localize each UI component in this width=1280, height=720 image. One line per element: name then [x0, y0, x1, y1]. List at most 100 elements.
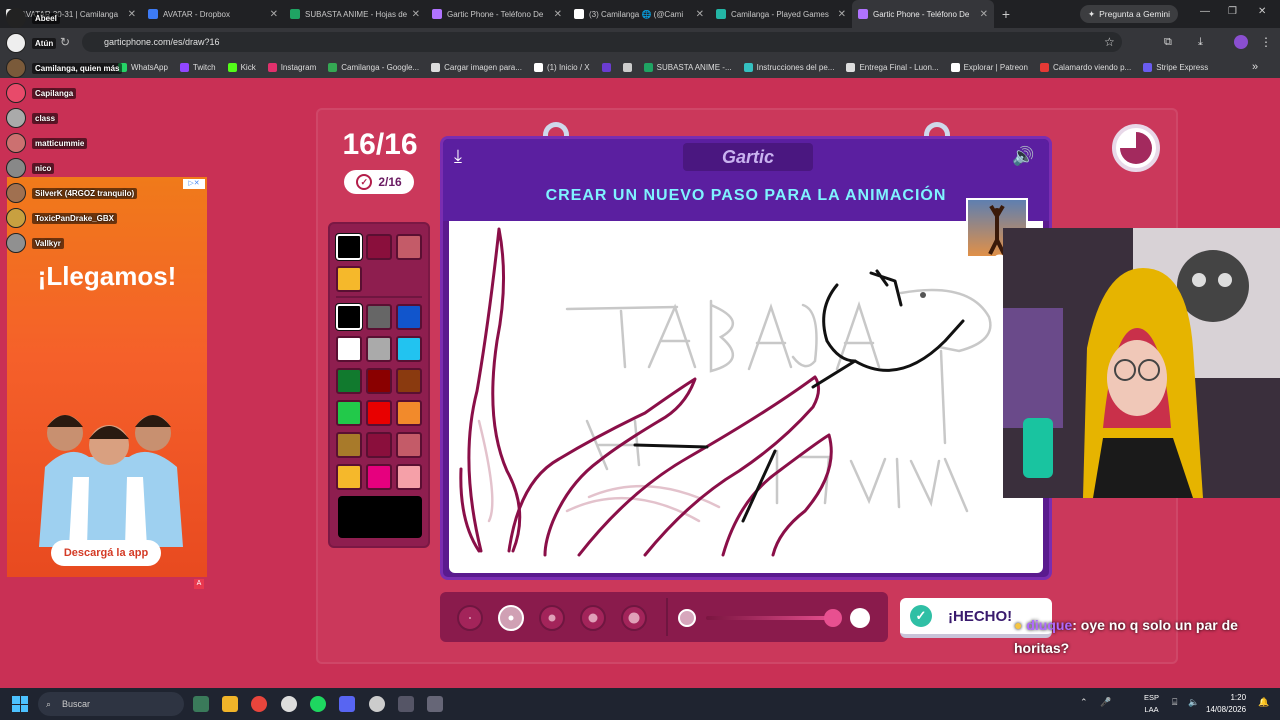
- profile-avatar[interactable]: [1234, 35, 1248, 49]
- color-swatch[interactable]: [335, 303, 363, 331]
- volume-icon[interactable]: 🔊: [1012, 146, 1034, 167]
- chevron-up-icon[interactable]: ⌃: [1080, 697, 1088, 708]
- obs-icon[interactable]: [369, 696, 385, 712]
- color-swatch[interactable]: [366, 400, 392, 426]
- opacity-max-swatch[interactable]: [850, 608, 870, 628]
- close-tab-icon[interactable]: ✕: [980, 9, 988, 20]
- extensions-icon[interactable]: ⧉: [1164, 36, 1172, 49]
- color-swatch[interactable]: [336, 336, 362, 362]
- pen-size-button[interactable]: [580, 605, 606, 631]
- color-swatch[interactable]: [366, 432, 392, 458]
- taskbar-app-icon[interactable]: [427, 696, 443, 712]
- bookmark-item[interactable]: Twitch: [179, 62, 216, 72]
- bookmark-item[interactable]: Entrega Final - Luon...: [846, 62, 939, 72]
- opacity-slider-track[interactable]: [706, 616, 836, 620]
- url-field[interactable]: garticphone.com/es/draw?16: [82, 32, 1122, 52]
- pen-size-button[interactable]: [621, 605, 647, 631]
- browser-tab[interactable]: AVATAR - Dropbox ✕: [142, 0, 284, 28]
- pen-size-button[interactable]: [539, 605, 565, 631]
- color-swatch[interactable]: [366, 464, 392, 490]
- microphone-icon[interactable]: 🎤: [1100, 697, 1111, 708]
- opacity-slider-thumb[interactable]: [824, 609, 842, 627]
- language-indicator[interactable]: ESP LAA: [1144, 692, 1159, 716]
- download-drawing-icon[interactable]: ⤓: [454, 146, 462, 167]
- bookmark-item[interactable]: Stripe Express: [1143, 62, 1208, 72]
- browser-tab[interactable]: Camilanga - Played Games ✕: [710, 0, 852, 28]
- browser-tab[interactable]: SUBASTA ANIME - Hojas de ✕: [284, 0, 426, 28]
- bookmark-item[interactable]: Instagram: [267, 62, 316, 72]
- color-swatch[interactable]: [396, 336, 422, 362]
- taskbar-search[interactable]: ⌕ Buscar: [38, 692, 184, 716]
- bookmark-item[interactable]: WhatsApp: [118, 62, 168, 72]
- color-swatch[interactable]: [396, 304, 422, 330]
- color-swatch[interactable]: [366, 368, 392, 394]
- close-tab-icon[interactable]: ✕: [554, 9, 562, 20]
- clock[interactable]: 1:20 14/08/2026: [1206, 692, 1246, 716]
- ad-download-button[interactable]: Descargá la app: [51, 540, 161, 566]
- close-tab-icon[interactable]: ✕: [412, 9, 420, 20]
- bookmark-item[interactable]: SUBASTA ANIME -...: [643, 62, 732, 72]
- color-swatch[interactable]: [336, 368, 362, 394]
- download-icon[interactable]: ⤓: [1198, 36, 1203, 49]
- taskbar-app-icon[interactable]: [398, 696, 414, 712]
- drawing-canvas[interactable]: [449, 221, 1043, 573]
- steam-icon[interactable]: [281, 696, 297, 712]
- browser-tab[interactable]: Gartic Phone - Teléfono De ✕: [426, 0, 568, 28]
- network-icon[interactable]: ⌸: [1172, 697, 1177, 708]
- color-swatch[interactable]: [335, 233, 363, 261]
- menu-icon[interactable]: ⋮: [1260, 35, 1272, 49]
- bookmark-item[interactable]: Cargar imagen para...: [431, 62, 522, 72]
- color-swatch[interactable]: [396, 464, 422, 490]
- chat-user-name: Vallkyr: [32, 237, 64, 249]
- color-swatch[interactable]: [336, 400, 362, 426]
- color-swatch[interactable]: [366, 304, 392, 330]
- discord-icon[interactable]: [339, 696, 355, 712]
- reload-icon[interactable]: ↻: [60, 35, 70, 49]
- browser-tab[interactable]: Gartic Phone - Teléfono De ✕: [852, 0, 994, 28]
- file-explorer-icon[interactable]: [222, 696, 238, 712]
- close-window-icon[interactable]: ✕: [1258, 6, 1266, 17]
- color-swatch[interactable]: [396, 368, 422, 394]
- minimize-icon[interactable]: —: [1200, 6, 1210, 17]
- chrome-icon[interactable]: [251, 696, 267, 712]
- color-swatch[interactable]: [366, 336, 392, 362]
- gartic-logo: Gartic: [683, 143, 813, 171]
- bookmark-item[interactable]: Camilanga - Google...: [328, 62, 419, 72]
- pen-size-button[interactable]: [457, 605, 483, 631]
- bookmark-item[interactable]: Explorar | Patreon: [950, 62, 1028, 72]
- speaker-icon[interactable]: 🔈: [1188, 697, 1199, 708]
- gemini-button[interactable]: ✦ Pregunta a Gemini: [1080, 5, 1178, 23]
- taskbar-app-icon[interactable]: [193, 696, 209, 712]
- bookmarks-overflow-icon[interactable]: »: [1252, 61, 1258, 73]
- color-swatch[interactable]: [396, 400, 422, 426]
- color-swatch[interactable]: [336, 266, 362, 292]
- bookmark-item[interactable]: Calamardo viendo p...: [1039, 62, 1131, 72]
- color-swatch[interactable]: [336, 432, 362, 458]
- close-tab-icon[interactable]: ✕: [270, 9, 278, 20]
- opacity-min-swatch[interactable]: [678, 609, 696, 627]
- browser-tab[interactable]: (3) Camilanga 🌐 (@Cami ✕: [568, 0, 710, 28]
- bookmark-item[interactable]: Instrucciones del pe...: [743, 62, 834, 72]
- tab-favicon-icon: [858, 9, 868, 19]
- pen-size-button[interactable]: [498, 605, 524, 631]
- maximize-icon[interactable]: ❐: [1228, 6, 1237, 17]
- bookmark-item[interactable]: (1) Inicio / X: [533, 62, 590, 72]
- color-swatch[interactable]: [396, 432, 422, 458]
- color-swatch[interactable]: [366, 234, 392, 260]
- bookmark-star-icon[interactable]: ☆: [1104, 35, 1115, 49]
- new-tab-button[interactable]: +: [994, 6, 1018, 22]
- close-tab-icon[interactable]: ✕: [696, 9, 704, 20]
- ad-choices-icon[interactable]: ▷✕: [183, 179, 205, 189]
- bookmark-icon: [227, 62, 237, 72]
- close-tab-icon[interactable]: ✕: [128, 9, 136, 20]
- bookmark-item[interactable]: [622, 62, 632, 72]
- bookmark-icon: [601, 62, 611, 72]
- close-tab-icon[interactable]: ✕: [838, 9, 846, 20]
- color-swatch[interactable]: [396, 234, 422, 260]
- windows-start-icon[interactable]: [12, 696, 28, 712]
- notification-icon[interactable]: 🔔: [1258, 697, 1269, 708]
- spotify-icon[interactable]: [310, 696, 326, 712]
- bookmark-item[interactable]: Kick: [227, 62, 256, 72]
- color-swatch[interactable]: [336, 464, 362, 490]
- bookmark-item[interactable]: [601, 62, 611, 72]
